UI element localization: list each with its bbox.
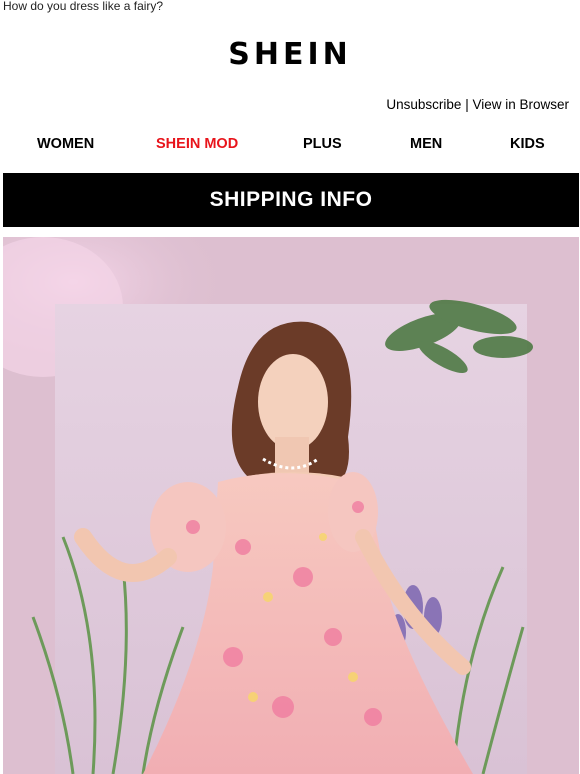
preheader-text: How do you dress like a fairy? [3,0,164,13]
hero-illustration [3,237,533,774]
nav-men[interactable]: MEN [410,135,442,153]
link-separator: | [461,97,473,112]
view-in-browser-link[interactable]: View in Browser [472,97,569,112]
hero-image[interactable] [3,237,579,774]
category-nav: WOMEN SHEIN MOD PLUS MEN KIDS [0,135,580,153]
unsubscribe-link[interactable]: Unsubscribe [386,97,461,112]
shein-logo[interactable]: SHEIN [0,40,580,70]
top-links: Unsubscribe | View in Browser [386,97,569,113]
nav-kids[interactable]: KIDS [510,135,545,153]
shipping-info-banner[interactable]: SHIPPING INFO [3,173,579,227]
face [258,354,328,450]
nav-shein-mod[interactable]: SHEIN MOD [156,135,238,153]
nav-women[interactable]: WOMEN [37,135,94,153]
nav-plus[interactable]: PLUS [303,135,342,153]
